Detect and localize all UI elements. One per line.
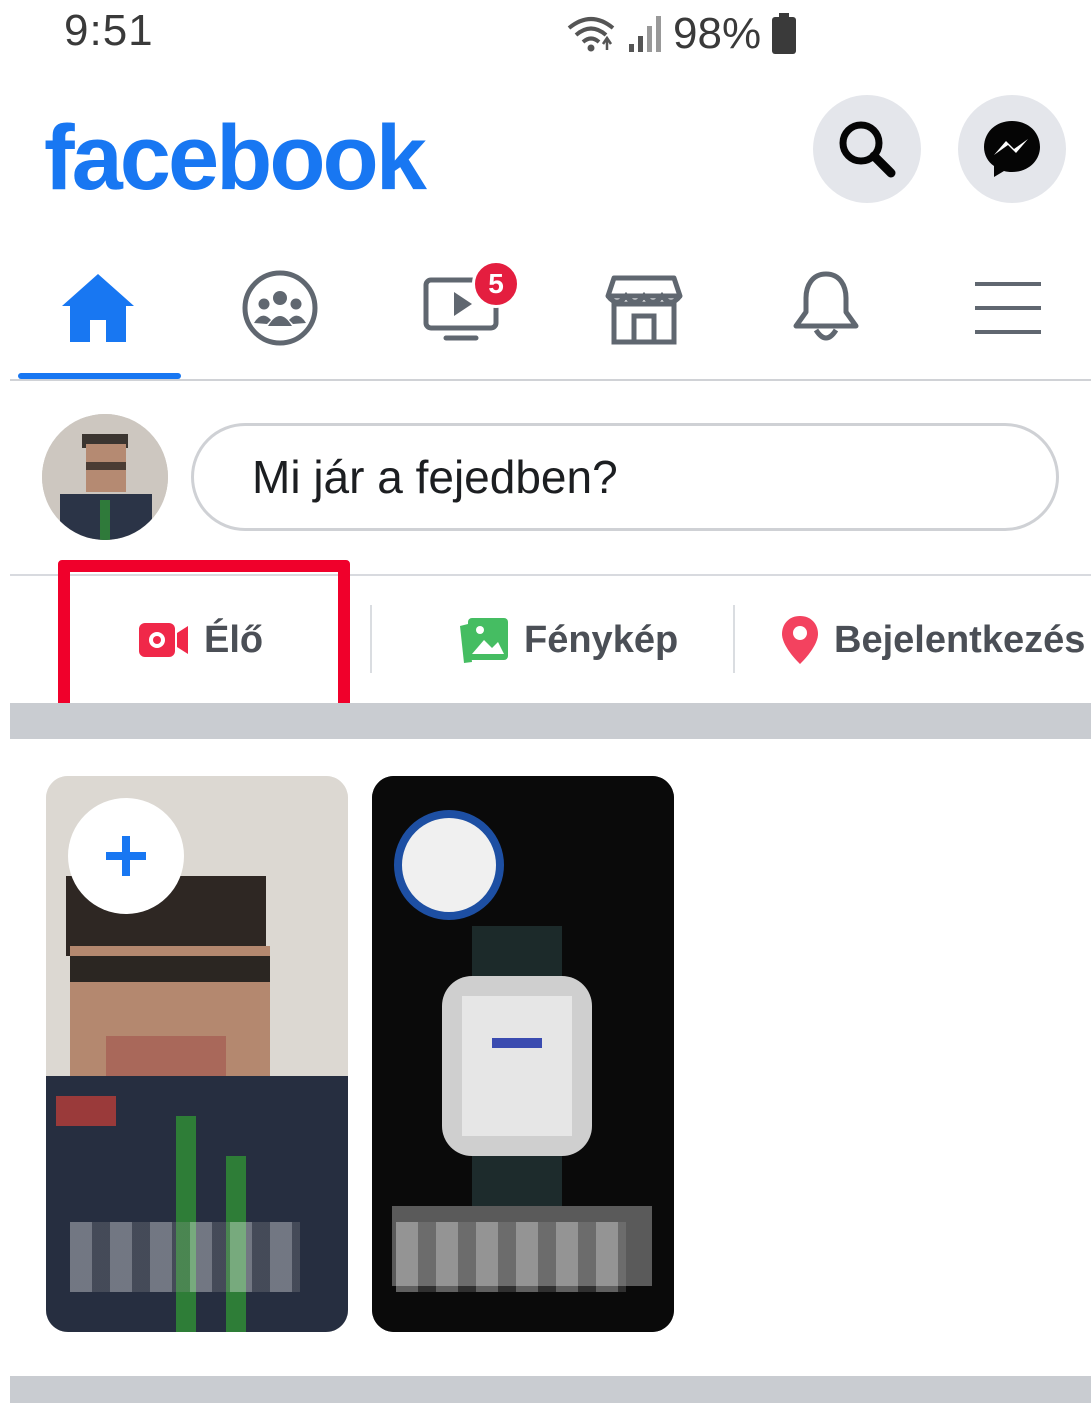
tab-notifications[interactable] [746,248,906,368]
tab-watch[interactable] [382,248,542,368]
status-time: 9:51 [64,6,154,55]
search-icon [839,121,896,178]
create-story-card[interactable] [46,776,348,1332]
groups-icon [242,270,318,346]
messenger-button[interactable] [958,95,1066,203]
photo-label: Fénykép [524,618,679,661]
highlight-box [58,560,350,716]
watch-notification-badge: 5 [472,260,520,308]
tab-groups[interactable] [200,248,360,368]
section-divider [10,703,1091,739]
tab-marketplace[interactable] [564,248,724,368]
status-icons: 98% [565,6,797,62]
story-caption [70,1222,300,1292]
battery-percent: 98% [673,9,762,58]
section-divider [10,1376,1091,1403]
avatar[interactable] [42,414,168,540]
add-story-button[interactable] [68,798,184,914]
action-separator [370,605,372,673]
battery-icon [772,13,797,54]
story-caption [396,1222,626,1292]
store-icon [605,275,683,345]
status-composer-input[interactable]: Mi jár a fejedben? [191,423,1059,531]
home-icon [62,274,134,342]
story-author-avatar [394,810,504,920]
facebook-logo[interactable]: facebook [44,98,427,218]
action-separator [733,605,735,673]
bell-icon [793,271,859,341]
location-pin-icon [782,616,818,664]
checkin-label: Bejelentkezés [834,618,1086,661]
tab-home[interactable] [18,248,178,368]
tab-menu[interactable] [928,248,1088,368]
hamburger-icon [975,282,1041,334]
signal-icon [629,16,661,52]
messenger-icon [984,121,1040,177]
checkin-button[interactable]: Bejelentkezés [780,590,1085,690]
story-card[interactable] [372,776,674,1332]
photo-icon [460,618,508,663]
nav-divider [10,379,1091,381]
search-button[interactable] [813,95,921,203]
wifi-icon [567,17,615,52]
plus-icon [106,836,146,876]
photo-button[interactable]: Fénykép [458,590,678,690]
